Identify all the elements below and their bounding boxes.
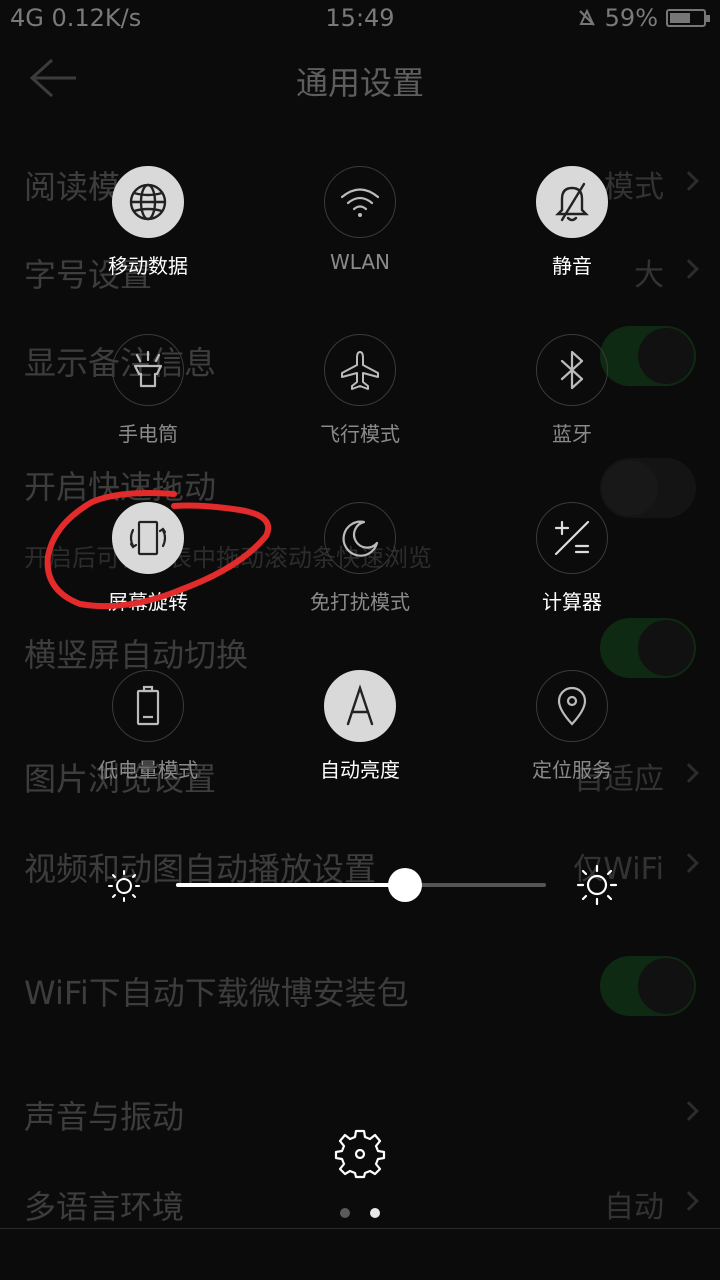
tile-silent[interactable]: 静音: [472, 166, 672, 286]
tile-label: 移动数据: [108, 254, 188, 278]
silent-bell-icon: [536, 166, 608, 238]
page-indicator: [340, 1208, 390, 1220]
brightness-thumb[interactable]: [388, 868, 423, 902]
tile-screen-rotation[interactable]: 屏幕旋转: [48, 502, 248, 622]
chevron-right-icon: [679, 259, 699, 279]
brightness-slider[interactable]: [106, 862, 622, 908]
tile-flashlight[interactable]: 手电筒: [48, 334, 248, 454]
tile-low-power[interactable]: 低电量模式: [48, 670, 248, 790]
battery-icon: [666, 9, 710, 27]
wifi-icon: [324, 166, 396, 238]
page-title: 通用设置: [295, 64, 424, 102]
tile-location[interactable]: 定位服务: [472, 670, 672, 790]
setting-label: 多语言环境: [24, 1188, 185, 1226]
tile-wlan[interactable]: WLAN: [260, 166, 460, 286]
tile-do-not-disturb[interactable]: 免打扰模式: [260, 502, 460, 622]
tile-label: WLAN: [329, 250, 391, 274]
tile-label: 自动亮度: [320, 758, 400, 782]
screen-rotation-icon: [112, 502, 184, 574]
chevron-right-icon: [679, 1101, 699, 1121]
tile-label: 低电量模式: [98, 758, 198, 782]
tile-label: 飞行模式: [320, 422, 400, 446]
auto-brightness-icon: [324, 670, 396, 742]
chevron-right-icon: [679, 763, 699, 783]
setting-value: 自动: [604, 1190, 664, 1225]
chevron-right-icon: [679, 1191, 699, 1211]
divider: [0, 1228, 720, 1229]
brightness-track-fill: [176, 883, 406, 887]
page-dot-active[interactable]: [370, 1208, 380, 1218]
setting-language[interactable]: 多语言环境 自动: [0, 1182, 720, 1230]
toggle-switch[interactable]: [600, 956, 696, 1016]
chevron-right-icon: [679, 853, 699, 873]
tile-label: 静音: [552, 254, 592, 278]
chevron-right-icon: [679, 171, 699, 191]
setting-wifi-download[interactable]: WiFi下自动下载微博安装包: [0, 956, 720, 1028]
moon-icon: [324, 502, 396, 574]
setting-label: 声音与振动: [24, 1098, 185, 1136]
brightness-track[interactable]: [176, 868, 546, 902]
tile-airplane[interactable]: 飞行模式: [260, 334, 460, 454]
tile-label: 手电筒: [118, 422, 178, 446]
mobile-data-globe-icon: [112, 166, 184, 238]
battery-percent: 59%: [604, 4, 658, 32]
airplane-icon: [324, 334, 396, 406]
brightness-low-icon: [108, 870, 140, 902]
status-right: 59%: [577, 4, 710, 32]
location-pin-icon: [536, 670, 608, 742]
gear-icon[interactable]: [334, 1128, 386, 1180]
brightness-high-icon: [576, 864, 618, 906]
tile-label: 屏幕旋转: [108, 590, 188, 614]
bluetooth-icon: [536, 334, 608, 406]
tile-auto-brightness[interactable]: 自动亮度: [260, 670, 460, 790]
tile-label: 计算器: [542, 590, 602, 614]
toggle-switch[interactable]: [600, 618, 696, 678]
header: 通用设置: [0, 40, 720, 120]
tile-mobile-data[interactable]: 移动数据: [48, 166, 248, 286]
flashlight-icon: [112, 334, 184, 406]
page-dot[interactable]: [340, 1208, 350, 1218]
tile-label: 免打扰模式: [310, 590, 410, 614]
tile-calculator[interactable]: 计算器: [472, 502, 672, 622]
status-bar: 4G 0.12K/s 15:49 59%: [0, 0, 720, 40]
calculator-icon: [536, 502, 608, 574]
alarm-off-icon: [578, 8, 595, 26]
setting-label: WiFi下自动下载微博安装包: [24, 974, 409, 1012]
tile-label: 蓝牙: [552, 422, 592, 446]
battery-icon: [112, 670, 184, 742]
tile-label: 定位服务: [532, 758, 612, 782]
tile-bluetooth[interactable]: 蓝牙: [472, 334, 672, 454]
